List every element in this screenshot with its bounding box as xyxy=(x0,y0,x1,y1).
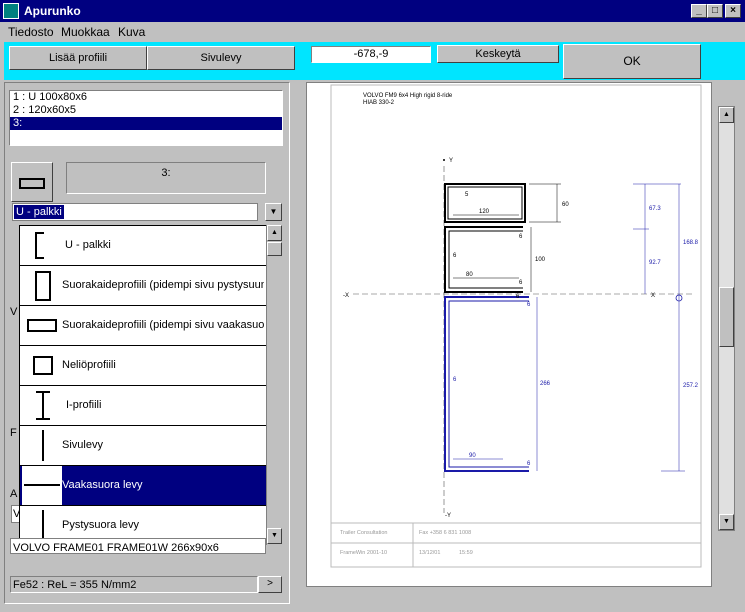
material-field: Fe52 : ReL = 355 N/mm2 xyxy=(10,576,258,593)
menu-muokkaa[interactable]: Muokkaa xyxy=(61,25,110,39)
dropdown-item-rect-vertical[interactable]: Suorakaideprofiili (pidempi sivu pystysu… xyxy=(20,266,266,306)
add-profile-button[interactable]: Lisää profiili xyxy=(9,46,147,70)
ok-button[interactable]: OK xyxy=(563,44,701,79)
title-bar: Apurunko _ □ × xyxy=(0,0,745,22)
frame-drawing: VOLVO FM9 6x4 High rigid 8-ride HIAB 330… xyxy=(330,84,702,568)
dim-60: 60 xyxy=(562,202,569,208)
selected-type-text: U - palkki xyxy=(14,205,64,219)
footer-date: 13/12/01 xyxy=(419,550,440,556)
rect-vertical-icon xyxy=(35,271,51,301)
dim-90: 90 xyxy=(469,453,476,459)
dropdown-item-rect-horizontal[interactable]: Suorakaideprofiili (pidempi sivu vaakasu… xyxy=(20,306,266,346)
scroll-up-icon[interactable]: ▲ xyxy=(267,225,282,241)
dropdown-item-side-plate[interactable]: Sivulevy xyxy=(20,426,266,466)
scroll-down-icon[interactable]: ▼ xyxy=(719,514,734,530)
list-item[interactable]: 2 : 120x60x5 xyxy=(10,104,282,117)
dim-6f: 6 xyxy=(453,377,457,383)
drawing-header-1: VOLVO FM9 6x4 High rigid 8-ride xyxy=(363,93,453,99)
dropdown-item-horizontal-plate[interactable]: Vaakasuora levy xyxy=(20,466,266,506)
scroll-down-icon[interactable]: ▼ xyxy=(267,528,282,544)
coordinate-readout: -678,-9 xyxy=(311,46,431,63)
vehicle-field[interactable]: VOLVO FRAME01 FRAME01W 266x90x6 xyxy=(10,538,266,554)
material-next-button[interactable]: > xyxy=(258,576,282,593)
hidden-label-a: A xyxy=(10,488,18,500)
footer-version: FrameWin 2001-10 xyxy=(340,550,387,556)
u-beam-icon xyxy=(35,232,44,259)
window-title: Apurunko xyxy=(24,4,81,18)
x-axis-label: X xyxy=(651,293,655,299)
scroll-up-icon[interactable]: ▲ xyxy=(719,107,734,123)
i-beam-icon xyxy=(36,391,50,420)
dim-92-7: 92.7 xyxy=(649,260,661,266)
dim-67-3: 67.3 xyxy=(649,206,661,212)
hidden-label-f: F xyxy=(10,427,17,439)
profile-shape-button[interactable] xyxy=(11,162,53,202)
close-button[interactable]: × xyxy=(725,4,741,18)
horizontal-plate-icon xyxy=(22,466,62,505)
profile-type-dropdown: U - palkki Suorakaideprofiili (pidempi s… xyxy=(19,225,266,546)
list-item[interactable]: 1 : U 100x80x6 xyxy=(10,91,282,104)
list-item[interactable]: 3: xyxy=(10,117,282,130)
menu-kuva[interactable]: Kuva xyxy=(118,25,145,39)
chevron-down-icon[interactable]: ▼ xyxy=(265,203,282,221)
dropdown-scrollbar[interactable]: ▲ ▼ xyxy=(266,225,282,545)
drawing-header-2: HIAB 330-2 xyxy=(363,100,395,106)
dropdown-item-u-beam[interactable]: U - palkki xyxy=(20,226,266,266)
hidden-label-v: V xyxy=(10,306,18,318)
rect-horizontal-icon xyxy=(27,319,57,332)
current-profile-label: 3: xyxy=(66,162,266,194)
neg-y-axis-label: -Y xyxy=(445,513,451,519)
neg-x-axis-label: -X xyxy=(343,293,349,299)
profile-list[interactable]: 1 : U 100x80x6 2 : 120x60x5 3: xyxy=(9,90,283,146)
app-icon xyxy=(3,3,19,19)
dim-257-2: 257.2 xyxy=(683,383,699,389)
dim-6a: 6 xyxy=(519,234,523,240)
rectangle-icon xyxy=(19,178,45,189)
square-icon xyxy=(33,356,53,375)
dim-6g: 6 xyxy=(527,461,531,467)
dim-100: 100 xyxy=(535,257,546,263)
drawing-scrollbar[interactable]: ▲ ▼ xyxy=(718,106,735,531)
dim-168-8: 168.8 xyxy=(683,240,699,246)
scroll-thumb[interactable] xyxy=(267,242,282,256)
dim-5: 5 xyxy=(465,192,469,198)
dim-6c: 6 xyxy=(519,280,523,286)
dim-6e: 6 xyxy=(527,302,531,308)
side-plate-icon xyxy=(42,430,44,461)
dim-6b: 6 xyxy=(453,253,457,259)
app-window: Apurunko _ □ × Tiedosto Muokkaa Kuva Lis… xyxy=(0,0,745,612)
dim-266: 266 xyxy=(540,381,551,387)
profile-type-select[interactable]: U - palkki xyxy=(12,203,258,221)
cancel-button[interactable]: Keskeytä xyxy=(437,45,559,63)
dim-80: 80 xyxy=(466,272,473,278)
footer-time: 15:59 xyxy=(459,550,473,556)
footer-company: Trailer Consultation xyxy=(340,530,387,536)
dropdown-item-square[interactable]: Neliöprofiili xyxy=(20,346,266,386)
maximize-button[interactable]: □ xyxy=(707,4,723,18)
drawing-canvas[interactable]: VOLVO FM9 6x4 High rigid 8-ride HIAB 330… xyxy=(306,82,712,587)
menu-bar: Tiedosto Muokkaa Kuva xyxy=(0,22,745,42)
minimize-button[interactable]: _ xyxy=(691,4,707,18)
dim-120: 120 xyxy=(479,209,490,215)
menu-tiedosto[interactable]: Tiedosto xyxy=(8,25,54,39)
scroll-thumb[interactable] xyxy=(719,287,734,347)
side-plate-button[interactable]: Sivulevy xyxy=(147,46,295,70)
y-axis-label: Y xyxy=(449,158,453,164)
footer-fax: Fax +358 6 831 1008 xyxy=(419,530,471,536)
dropdown-item-i-beam[interactable]: I-profiili xyxy=(20,386,266,426)
